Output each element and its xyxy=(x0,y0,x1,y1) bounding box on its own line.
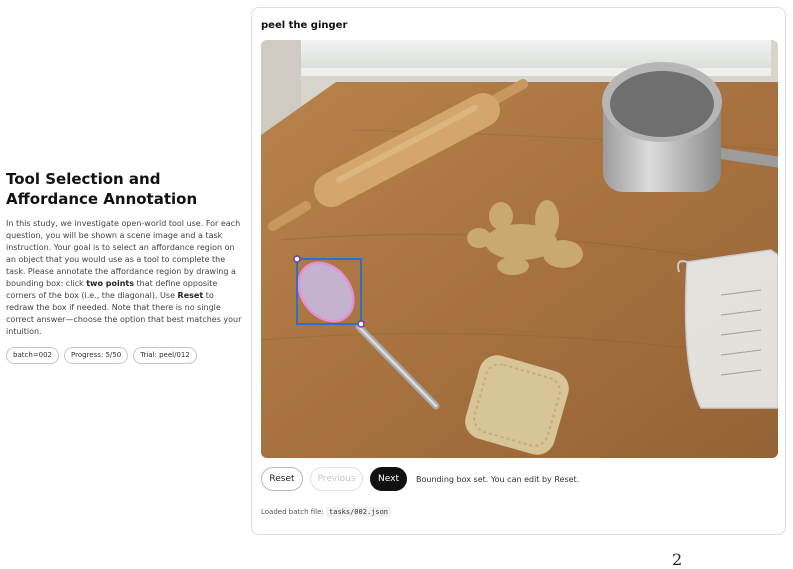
ginger-lobe xyxy=(489,202,513,230)
batch-file-label: Loaded batch file: xyxy=(261,508,324,516)
page-number: 2 xyxy=(672,550,683,569)
scene-canvas[interactable] xyxy=(261,40,778,458)
navigation-controls: Reset Previous Next Bounding box set. Yo… xyxy=(261,467,579,491)
next-button[interactable]: Next xyxy=(370,467,407,491)
window xyxy=(301,40,771,72)
ginger-lobe xyxy=(543,240,583,268)
progress-badge: Progress: 5/50 xyxy=(64,347,129,364)
bounding-box-corner-handle[interactable] xyxy=(357,320,365,328)
ginger-lobe xyxy=(497,257,529,275)
study-description: In this study, we investigate open-world… xyxy=(6,219,242,336)
batch-file-path: tasks/002.json xyxy=(326,507,392,517)
task-instruction: peel the ginger xyxy=(261,20,348,31)
annotation-card: peel the ginger Reset Previous Next Boun… xyxy=(251,7,786,535)
batch-badge: batch=002 xyxy=(6,347,59,364)
status-message: Bounding box set. You can edit by Reset. xyxy=(416,474,580,484)
ginger-lobe xyxy=(535,200,559,240)
measuring-cup[interactable] xyxy=(677,249,778,409)
saucepan-inside xyxy=(610,71,714,137)
reset-button[interactable]: Reset xyxy=(261,467,303,491)
bounding-box-corner-handle[interactable] xyxy=(293,255,301,263)
status-badges: batch=002 Progress: 5/50 Trial: peel/012 xyxy=(6,347,242,364)
ginger-lobe xyxy=(467,228,491,248)
study-title: Tool Selection and Affordance Annotation xyxy=(6,170,198,208)
batch-file-info: Loaded batch file: tasks/002.json xyxy=(261,507,392,517)
trial-badge: Trial: peel/012 xyxy=(133,347,197,364)
study-info-panel: Tool Selection and Affordance Annotation… xyxy=(6,169,242,364)
scene-image[interactable] xyxy=(261,40,778,458)
measuring-cup-body xyxy=(685,250,778,408)
previous-button[interactable]: Previous xyxy=(310,467,363,491)
